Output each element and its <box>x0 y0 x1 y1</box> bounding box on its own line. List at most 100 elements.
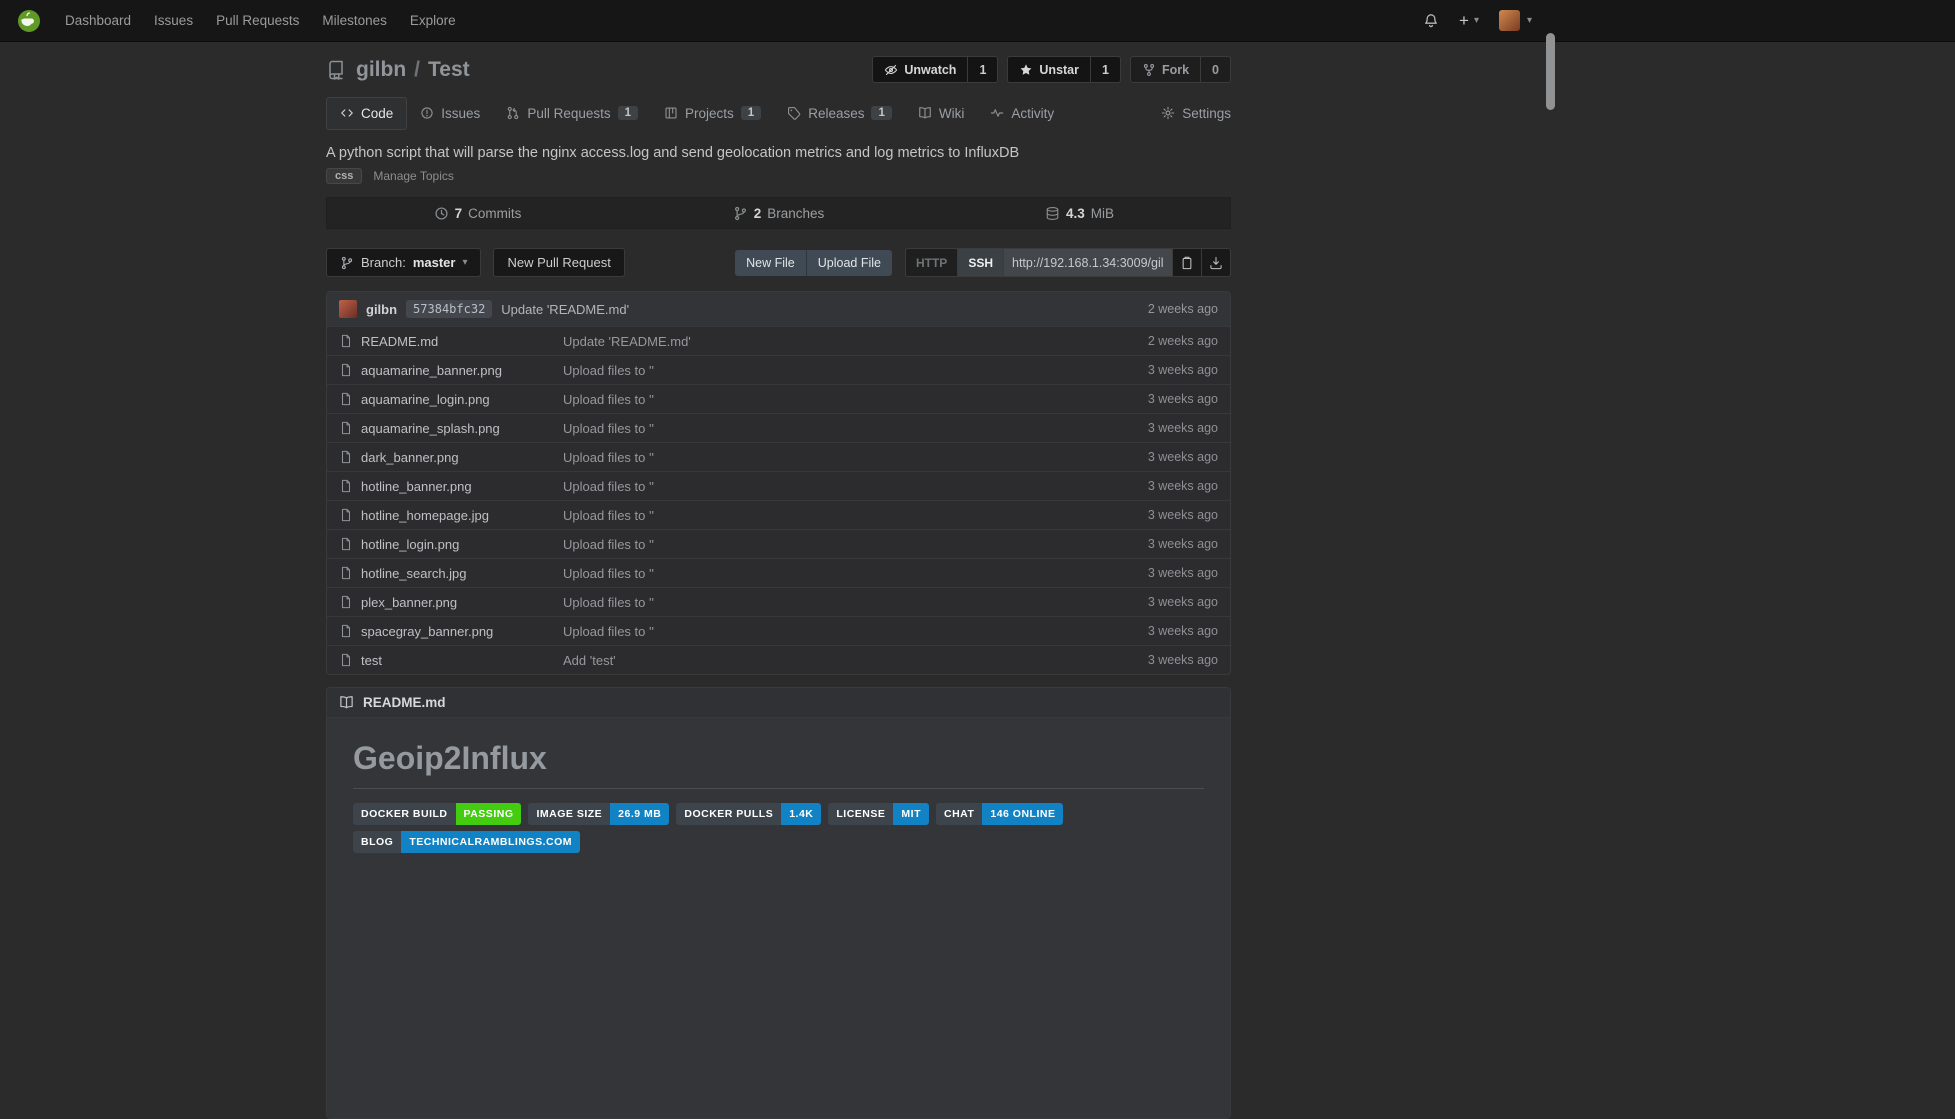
commits-label: Commits <box>468 206 521 221</box>
repo-name-link[interactable]: Test <box>428 58 470 82</box>
branch-selector[interactable]: Branch: master ▾ <box>326 248 481 277</box>
repo-stats-bar: 7 Commits 2 Branches 4.3 MiB <box>326 197 1231 229</box>
tab-pull-requests[interactable]: Pull Requests 1 <box>493 96 651 130</box>
file-actions-group: New File Upload File <box>735 250 892 276</box>
clone-ssh-toggle[interactable]: SSH <box>957 248 1004 277</box>
scrollbar-thumb[interactable] <box>1546 33 1555 110</box>
file-commit-message-link[interactable]: Update 'README.md' <box>563 334 1148 349</box>
new-file-button[interactable]: New File <box>735 250 806 276</box>
clone-http-toggle[interactable]: HTTP <box>905 248 958 277</box>
tab-issues[interactable]: Issues <box>407 96 493 130</box>
commit-message-link[interactable]: Update 'README.md' <box>501 302 629 317</box>
new-pull-request-button[interactable]: New Pull Request <box>493 248 624 277</box>
badge-label: CHAT <box>936 803 982 825</box>
file-commit-message-link[interactable]: Upload files to '' <box>563 421 1148 436</box>
shield-badge[interactable]: DOCKER PULLS 1.4K <box>676 803 821 825</box>
file-name-link[interactable]: hotline_search.jpg <box>361 566 467 581</box>
badge-label: LICENSE <box>828 803 893 825</box>
watch-button-group: Unwatch 1 <box>872 56 998 83</box>
file-commit-message-link[interactable]: Upload files to '' <box>563 537 1148 552</box>
bell-icon[interactable] <box>1423 13 1439 29</box>
file-icon <box>339 508 353 522</box>
navbar-right: + ▾ ▾ <box>1423 10 1532 31</box>
nav-issues[interactable]: Issues <box>154 13 193 28</box>
file-commit-message-link[interactable]: Upload files to '' <box>563 624 1148 639</box>
file-age: 3 weeks ago <box>1148 479 1218 493</box>
file-name-link[interactable]: dark_banner.png <box>361 450 459 465</box>
file-name-cell: aquamarine_login.png <box>339 392 563 407</box>
nav-milestones[interactable]: Milestones <box>322 13 387 28</box>
watch-count[interactable]: 1 <box>968 56 998 83</box>
file-name-link[interactable]: README.md <box>361 334 438 349</box>
file-commit-message-link[interactable]: Upload files to '' <box>563 508 1148 523</box>
table-row: hotline_search.jpg Upload files to '' 3 … <box>327 558 1230 587</box>
repo-tabs: Code Issues Pull Requests 1 <box>326 96 1231 130</box>
tab-projects[interactable]: Projects 1 <box>651 96 774 130</box>
table-row: README.md Update 'README.md' 2 weeks ago <box>327 326 1230 355</box>
file-commit-message-link[interactable]: Add 'test' <box>563 653 1148 668</box>
shield-badge[interactable]: IMAGE SIZE 26.9 MB <box>528 803 669 825</box>
file-commit-message-link[interactable]: Upload files to '' <box>563 479 1148 494</box>
stat-commits[interactable]: 7 Commits <box>327 198 628 228</box>
file-name-link[interactable]: test <box>361 653 382 668</box>
star-count[interactable]: 1 <box>1091 56 1121 83</box>
file-name-link[interactable]: aquamarine_login.png <box>361 392 490 407</box>
shield-badge[interactable]: BLOG TECHNICALRAMBLINGS.COM <box>353 831 580 853</box>
branch-label: Branch: <box>361 255 406 270</box>
unwatch-button[interactable]: Unwatch <box>872 56 968 83</box>
tab-wiki[interactable]: Wiki <box>905 96 978 130</box>
file-name-cell: hotline_banner.png <box>339 479 563 494</box>
download-button[interactable] <box>1201 248 1231 277</box>
file-name-cell: hotline_login.png <box>339 537 563 552</box>
nav-pull-requests[interactable]: Pull Requests <box>216 13 299 28</box>
fork-count[interactable]: 0 <box>1201 56 1231 83</box>
topic-chip[interactable]: css <box>326 168 362 184</box>
shield-badge[interactable]: LICENSE MIT <box>828 803 929 825</box>
user-menu[interactable]: ▾ <box>1499 10 1532 31</box>
tab-issues-label: Issues <box>441 106 480 121</box>
file-name-link[interactable]: aquamarine_banner.png <box>361 363 502 378</box>
stat-branches[interactable]: 2 Branches <box>628 198 929 228</box>
file-commit-message-link[interactable]: Upload files to '' <box>563 566 1148 581</box>
file-commit-message-link[interactable]: Upload files to '' <box>563 392 1148 407</box>
tab-activity[interactable]: Activity <box>977 96 1067 130</box>
file-commit-message-link[interactable]: Upload files to '' <box>563 450 1148 465</box>
nav-dashboard[interactable]: Dashboard <box>65 13 131 28</box>
unstar-button[interactable]: Unstar <box>1007 56 1091 83</box>
readme-panel: README.md Geoip2Influx DOCKER BUILD PASS… <box>326 687 1231 1119</box>
shield-badge[interactable]: CHAT 146 ONLINE <box>936 803 1064 825</box>
file-commit-message-link[interactable]: Upload files to '' <box>563 595 1148 610</box>
repo-owner-link[interactable]: gilbn <box>356 58 406 82</box>
nav-explore[interactable]: Explore <box>410 13 456 28</box>
upload-file-button[interactable]: Upload File <box>806 250 892 276</box>
issue-icon <box>420 106 434 120</box>
file-name-link[interactable]: spacegray_banner.png <box>361 624 493 639</box>
unwatch-label: Unwatch <box>904 63 956 77</box>
file-rows: README.md Update 'README.md' 2 weeks ago… <box>327 326 1230 674</box>
tab-releases[interactable]: Releases 1 <box>774 96 905 130</box>
tab-code[interactable]: Code <box>326 97 407 130</box>
badge-value: 26.9 MB <box>610 803 669 825</box>
gitea-logo-icon[interactable] <box>16 8 42 34</box>
file-name-link[interactable]: plex_banner.png <box>361 595 457 610</box>
releases-count-badge: 1 <box>871 106 891 120</box>
shield-badge[interactable]: DOCKER BUILD PASSING <box>353 803 521 825</box>
file-name-link[interactable]: hotline_homepage.jpg <box>361 508 489 523</box>
commit-hash-link[interactable]: 57384bfc32 <box>406 300 492 318</box>
commit-author-link[interactable]: gilbn <box>366 302 397 317</box>
badge-value: TECHNICALRAMBLINGS.COM <box>401 831 580 853</box>
table-row: aquamarine_login.png Upload files to '' … <box>327 384 1230 413</box>
tab-settings[interactable]: Settings <box>1161 106 1231 121</box>
file-age: 3 weeks ago <box>1148 392 1218 406</box>
file-name-link[interactable]: hotline_banner.png <box>361 479 472 494</box>
copy-url-button[interactable] <box>1172 248 1202 277</box>
branches-label: Branches <box>767 206 824 221</box>
file-commit-message-link[interactable]: Upload files to '' <box>563 363 1148 378</box>
clone-url-input[interactable] <box>1003 248 1173 277</box>
fork-button[interactable]: Fork <box>1130 56 1201 83</box>
manage-topics-link[interactable]: Manage Topics <box>373 169 454 183</box>
create-new-menu[interactable]: + ▾ <box>1459 11 1479 31</box>
file-name-link[interactable]: hotline_login.png <box>361 537 459 552</box>
file-name-link[interactable]: aquamarine_splash.png <box>361 421 500 436</box>
latest-commit-row: gilbn 57384bfc32 Update 'README.md' 2 we… <box>327 292 1230 326</box>
